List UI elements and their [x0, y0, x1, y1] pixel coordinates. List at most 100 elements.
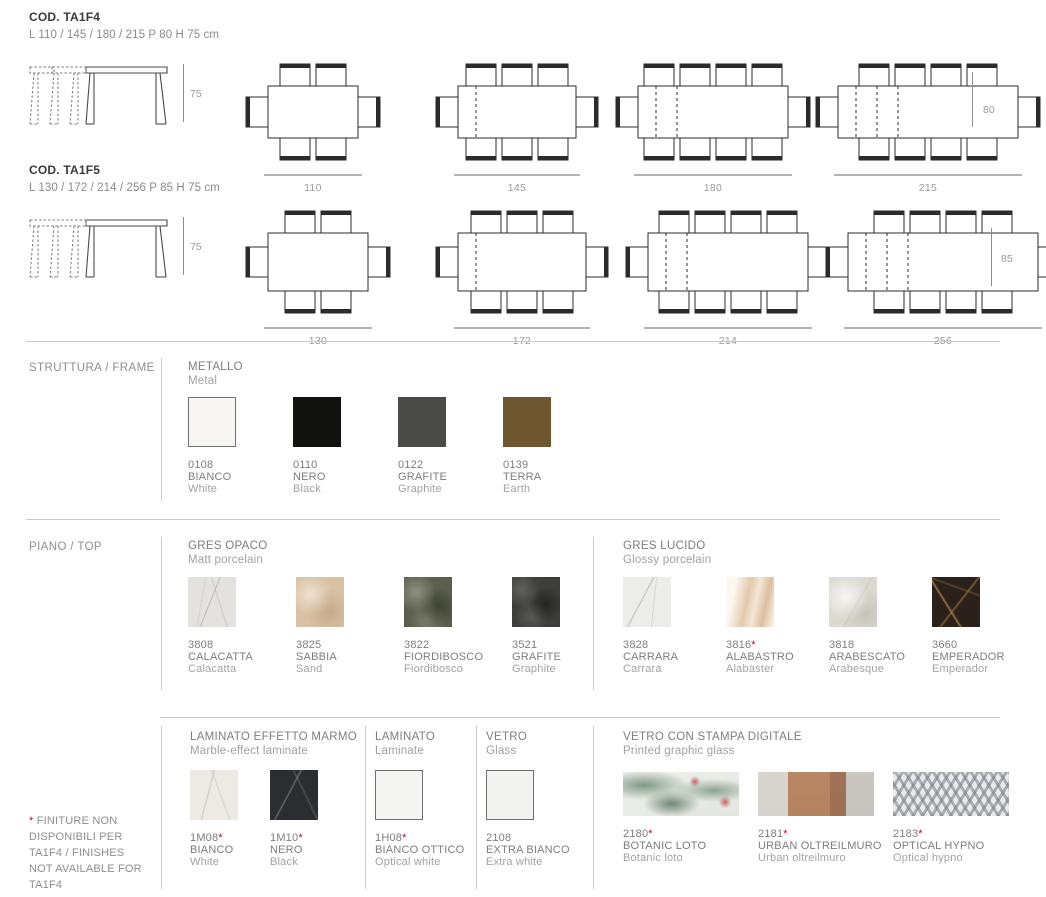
- laminato-marmo-it: LAMINATO EFFETTO MARMO: [190, 731, 357, 743]
- swatch-name-en: Alabaster: [726, 663, 775, 675]
- swatch-name-it: TERRA: [503, 471, 542, 483]
- swatch-meta: 2183* OPTICAL HYPNO Optical hypno: [893, 828, 1028, 864]
- swatch-code: 1M08*: [190, 832, 223, 844]
- finish-swatch[interactable]: [190, 770, 238, 820]
- swatch-cell-0122[interactable]: 0122 GRAFITE Graphite: [398, 397, 503, 495]
- swatch-name-en: Fiordibosco: [404, 663, 464, 675]
- model-1-code: COD. TA1F4: [29, 10, 101, 24]
- gres-opaco-swatch-grid: 3808 CALACATTA Calacatta 3825 SABBIA Sand 3822…: [188, 577, 620, 675]
- unavailable-asterisk: *: [648, 828, 653, 840]
- gres-lucido-column-divider: [593, 537, 594, 690]
- model-1-dimensions: L 110 / 145 / 180 / 215 P 80 H 75 cm: [29, 29, 220, 41]
- model-1-height-rule: [183, 64, 184, 122]
- model-2-depth-rule: [991, 228, 992, 286]
- table-plan-drawing: [606, 58, 820, 166]
- finish-swatch[interactable]: [512, 577, 560, 627]
- swatch-cell-3808[interactable]: 3808 CALACATTA Calacatta: [188, 577, 296, 675]
- swatch-meta: 3816* ALABASTRO Alabaster: [726, 639, 829, 675]
- gres-opaco-it: GRES OPACO: [188, 540, 268, 552]
- laminato-marmo-heading: LAMINATO EFFETTO MARMO Marble-effect lam…: [190, 731, 357, 757]
- table-plan-215: 215: [806, 58, 1046, 194]
- finish-swatch[interactable]: [829, 577, 877, 627]
- finish-swatch[interactable]: [623, 772, 739, 816]
- gres-lucido-it: GRES LUCIDO: [623, 540, 706, 552]
- swatch-meta: 0110 NERO Black: [293, 459, 398, 495]
- finish-swatch[interactable]: [293, 397, 341, 447]
- finish-swatch[interactable]: [188, 577, 236, 627]
- vetro-swatch-grid: 2108 EXTRA BIANCO Extra white: [486, 770, 586, 868]
- swatch-code: 1M10*: [270, 832, 303, 844]
- finish-swatch[interactable]: [398, 397, 446, 447]
- finish-swatch[interactable]: [503, 397, 551, 447]
- swatch-cell-3521[interactable]: 3521 GRAFITE Graphite: [512, 577, 620, 675]
- finish-swatch[interactable]: [188, 397, 236, 447]
- swatch-meta: 0139 TERRA Earth: [503, 459, 608, 495]
- swatch-code: 1H08*: [375, 832, 407, 844]
- swatch-code: 2181*: [758, 828, 788, 840]
- swatch-name-it: CALACATTA: [188, 651, 253, 663]
- swatch-name-it: EMPERADOR: [932, 651, 1005, 663]
- table-plan-256: 256: [816, 205, 1046, 347]
- swatch-cell-1H08[interactable]: 1H08* BIANCO OTTICO Optical white: [375, 770, 475, 868]
- swatch-name-en: Graphite: [512, 663, 556, 675]
- unavailable-asterisk: *: [298, 832, 303, 844]
- finish-swatch[interactable]: [893, 772, 1009, 816]
- swatch-cell-2181[interactable]: 2181* URBAN OLTREILMURO Urban oltreilmuro: [758, 772, 893, 864]
- swatch-meta: 1M08* BIANCO White: [190, 832, 270, 868]
- plan-width-label: 145: [507, 182, 527, 194]
- swatch-cell-0110[interactable]: 0110 NERO Black: [293, 397, 398, 495]
- swatch-cell-3818[interactable]: 3818 ARABESCATO Arabesque: [829, 577, 932, 675]
- swatch-cell-2180[interactable]: 2180* BOTANIC LOTO Botanic loto: [623, 772, 758, 864]
- gres-lucido-swatch-grid: 3828 CARRARA Carrara 3816* ALABASTRO Alabaste…: [623, 577, 1035, 675]
- swatch-code: 3822: [404, 639, 430, 651]
- plan-width-rule: [844, 327, 1042, 329]
- vetro-it: VETRO: [486, 731, 528, 743]
- finish-swatch[interactable]: [932, 577, 980, 627]
- swatch-cell-3822[interactable]: 3822 FIORDIBOSCO Fiordibosco: [404, 577, 512, 675]
- swatch-cell-3828[interactable]: 3828 CARRARA Carrara: [623, 577, 726, 675]
- swatch-cell-0108[interactable]: 0108 BIANCO White: [188, 397, 293, 495]
- vetro-stampa-en: Printed graphic glass: [623, 745, 735, 757]
- swatch-cell-1M08[interactable]: 1M08* BIANCO White: [190, 770, 270, 868]
- finish-swatch[interactable]: [486, 770, 534, 820]
- availability-footnote: * FINITURE NON DISPONIBILI PER TA1F4 / F…: [29, 813, 149, 893]
- laminato-column-divider: [365, 726, 366, 889]
- swatch-name-it: ARABESCATO: [829, 651, 906, 663]
- finish-swatch[interactable]: [296, 577, 344, 627]
- swatch-cell-0139[interactable]: 0139 TERRA Earth: [503, 397, 608, 495]
- swatch-cell-3660[interactable]: 3660 EMPERADOR Emperador: [932, 577, 1035, 675]
- swatch-name-en: Carrara: [623, 663, 662, 675]
- unavailable-asterisk: *: [751, 639, 756, 651]
- plan-width-label: 215: [918, 182, 938, 194]
- swatch-code: 0108: [188, 459, 214, 471]
- swatch-cell-3825[interactable]: 3825 SABBIA Sand: [296, 577, 404, 675]
- plan-width-rule: [264, 327, 372, 329]
- swatch-cell-2183[interactable]: 2183* OPTICAL HYPNO Optical hypno: [893, 772, 1028, 864]
- finish-swatch[interactable]: [758, 772, 874, 816]
- model-1-title-block: COD. TA1F4 L 110 / 145 / 180 / 215 P 80 …: [29, 10, 219, 41]
- swatch-name-it: CARRARA: [623, 651, 679, 663]
- swatch-name-it: NERO: [293, 471, 326, 483]
- table-plan-drawing: [236, 58, 390, 166]
- swatch-meta: 3808 CALACATTA Calacatta: [188, 639, 296, 675]
- plan-width-rule: [454, 327, 590, 329]
- model-1-depth-rule: [972, 72, 973, 127]
- swatch-cell-1M10[interactable]: 1M10* NERO Black: [270, 770, 350, 868]
- swatch-cell-3816[interactable]: 3816* ALABASTRO Alabaster: [726, 577, 829, 675]
- swatch-name-en: Optical hypno: [893, 852, 963, 864]
- gres-opaco-en: Matt porcelain: [188, 554, 264, 566]
- unavailable-asterisk: *: [783, 828, 788, 840]
- finish-swatch[interactable]: [726, 577, 774, 627]
- swatch-cell-2108[interactable]: 2108 EXTRA BIANCO Extra white: [486, 770, 586, 868]
- swatch-name-it: FIORDIBOSCO: [404, 651, 484, 663]
- swatch-code: 0110: [293, 459, 318, 471]
- finish-swatch[interactable]: [623, 577, 671, 627]
- finish-swatch[interactable]: [375, 770, 423, 820]
- finish-swatch[interactable]: [404, 577, 452, 627]
- swatch-meta: 3818 ARABESCATO Arabesque: [829, 639, 932, 675]
- divider-top-section: [26, 519, 1000, 520]
- swatch-name-it: ALABASTRO: [726, 651, 794, 663]
- model-1-plan-row: 110 145 180 215: [236, 58, 1041, 194]
- finish-swatch[interactable]: [270, 770, 318, 820]
- swatch-name-en: Emperador: [932, 663, 989, 675]
